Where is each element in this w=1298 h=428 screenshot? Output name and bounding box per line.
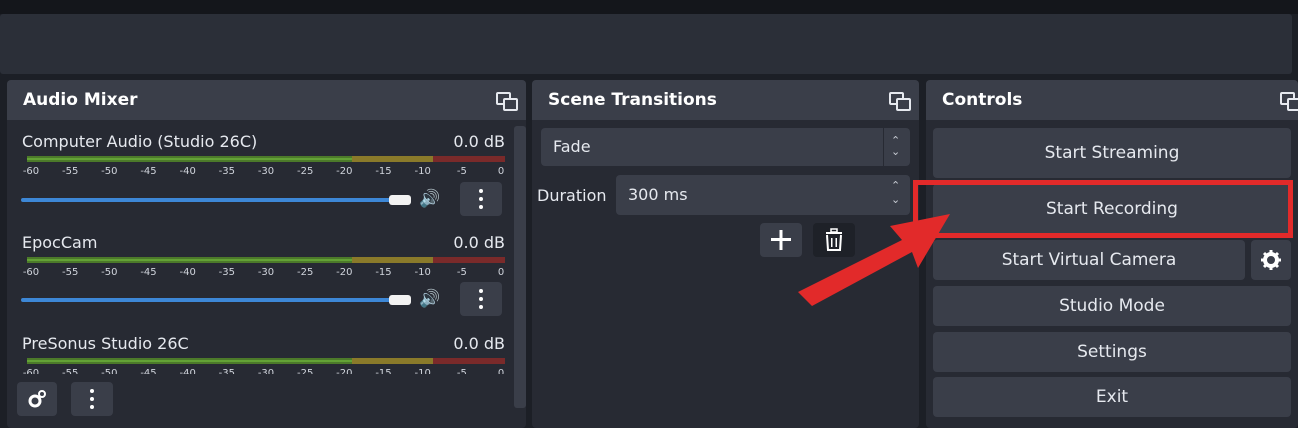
preview-area: [0, 14, 1292, 74]
meter-tick-label: -20: [336, 368, 353, 374]
meter-tick-label: -55: [61, 267, 79, 278]
transition-value: Fade: [553, 137, 591, 156]
speaker-icon[interactable]: 🔊: [419, 289, 440, 309]
mixer-menu-button[interactable]: [71, 382, 113, 416]
volume-meter: [27, 156, 505, 162]
undock-icon[interactable]: [889, 92, 911, 111]
controls-title: Controls: [942, 90, 1023, 110]
channel-name: PreSonus Studio 26C: [22, 334, 189, 353]
speaker-icon[interactable]: 🔊: [419, 189, 440, 209]
scene-transitions-title: Scene Transitions: [548, 90, 717, 110]
meter-tick-label: -15: [375, 267, 392, 278]
volume-meter: [27, 257, 505, 263]
meter-tick-label: -50: [101, 267, 118, 278]
audio-mixer-dock: Audio Mixer Computer Audio (Studio 26C) …: [7, 80, 526, 428]
channel-level: 0.0 dB: [453, 132, 505, 151]
meter-tick-label: -25: [296, 368, 314, 374]
gears-icon: [28, 390, 46, 408]
meter-tick-label: -10: [414, 368, 431, 374]
meter-tick-label: -35: [218, 267, 235, 278]
gear-icon: [1261, 250, 1281, 270]
meter-tick-label: -15: [375, 166, 392, 177]
volume-slider[interactable]: [21, 298, 411, 302]
meter-tick-label: -20: [336, 166, 353, 177]
meter-tick-label: -30: [257, 267, 275, 278]
mixer-channel: Computer Audio (Studio 26C) 0.0 dB -60 -5…: [21, 132, 505, 222]
meter-ticks: -60 -55 -50 -45 -40 -35 -30 -25 -20 -15 -10 -5 0: [21, 368, 505, 374]
meter-ticks: -60 -55 -50 -45 -40 -35 -30 -25 -20 -15 -10 -5 0: [21, 166, 505, 177]
meter-tick-label: 0: [497, 368, 505, 374]
mixer-channel: PreSonus Studio 26C 0.0 dB -60 -55 -50 -45-…: [21, 334, 505, 374]
virtual-camera-settings-button[interactable]: [1251, 240, 1291, 280]
meter-tick-label: -60: [22, 166, 40, 177]
start-virtual-camera-button[interactable]: Start Virtual Camera: [933, 240, 1245, 280]
studio-mode-button[interactable]: Studio Mode: [933, 286, 1291, 326]
meter-tick-label: -25: [296, 166, 314, 177]
meter-tick-label: -10: [414, 166, 431, 177]
meter-tick-label: -40: [179, 267, 196, 278]
volume-slider[interactable]: [21, 198, 411, 202]
audio-mixer-title: Audio Mixer: [23, 90, 138, 110]
start-streaming-button[interactable]: Start Streaming: [933, 128, 1291, 178]
slider-handle[interactable]: [389, 195, 411, 205]
channel-level: 0.0 dB: [453, 233, 505, 252]
audio-mixer-header: Audio Mixer: [7, 80, 526, 120]
meter-tick-label: -30: [257, 166, 275, 177]
meter-ticks: -60 -55 -50 -45 -40 -35 -30 -25 -20 -15 -10 -5 0: [21, 267, 505, 278]
channel-name: Computer Audio (Studio 26C): [22, 132, 258, 151]
meter-tick-label: -5: [456, 166, 467, 177]
mixer-channel: EpocCam 0.0 dB -60 -55 -50 -45 -40 -35 -30 -25-…: [21, 233, 505, 323]
settings-button[interactable]: Settings: [933, 332, 1291, 372]
controls-header: Controls: [926, 80, 1298, 120]
meter-tick-label: -60: [22, 267, 40, 278]
advanced-audio-settings-button[interactable]: [17, 382, 57, 416]
annotation-arrow-icon: [798, 214, 950, 306]
meter-tick-label: -50: [101, 166, 118, 177]
meter-tick-label: -40: [179, 166, 196, 177]
meter-tick-label: 0: [497, 267, 505, 278]
undock-icon[interactable]: [496, 92, 518, 111]
meter-tick-label: -55: [61, 368, 79, 374]
meter-tick-label: -5: [456, 368, 467, 374]
channel-menu-button[interactable]: [460, 282, 502, 316]
undock-icon[interactable]: [1280, 92, 1298, 111]
meter-tick-label: -60: [22, 368, 40, 374]
scene-transitions-header: Scene Transitions: [532, 80, 919, 120]
duration-label: Duration: [537, 186, 607, 205]
kebab-icon: [71, 382, 113, 416]
meter-tick-label: -15: [375, 368, 392, 374]
meter-tick-label: 0: [497, 166, 505, 177]
channel-name: EpocCam: [22, 233, 98, 252]
meter-tick-label: -30: [257, 368, 275, 374]
slider-handle[interactable]: [389, 295, 411, 305]
channel-menu-button[interactable]: [460, 182, 502, 216]
meter-tick-label: -5: [456, 267, 467, 278]
meter-tick-label: -35: [218, 368, 235, 374]
meter-tick-label: -55: [61, 166, 79, 177]
highlight-box: [913, 180, 1293, 238]
meter-tick-label: -35: [218, 166, 235, 177]
mixer-scrollbar[interactable]: [514, 126, 526, 408]
exit-button[interactable]: Exit: [933, 377, 1291, 417]
meter-tick-label: -45: [140, 267, 157, 278]
top-bar: [0, 0, 1298, 14]
meter-tick-label: -45: [140, 368, 157, 374]
controls-dock: Controls Start Streaming Start Recording…: [926, 80, 1298, 428]
meter-tick-label: -45: [140, 166, 157, 177]
meter-tick-label: -20: [336, 267, 353, 278]
meter-tick-label: -25: [296, 267, 314, 278]
channel-level: 0.0 dB: [453, 334, 505, 353]
meter-tick-label: -50: [101, 368, 118, 374]
chevron-updown-icon: ⌃ ⌄: [883, 128, 910, 166]
meter-tick-label: -40: [179, 368, 196, 374]
volume-meter: [27, 358, 505, 364]
transition-select[interactable]: Fade ⌃ ⌄: [541, 128, 910, 166]
meter-tick-label: -10: [414, 267, 431, 278]
duration-value: 300 ms: [628, 185, 688, 204]
